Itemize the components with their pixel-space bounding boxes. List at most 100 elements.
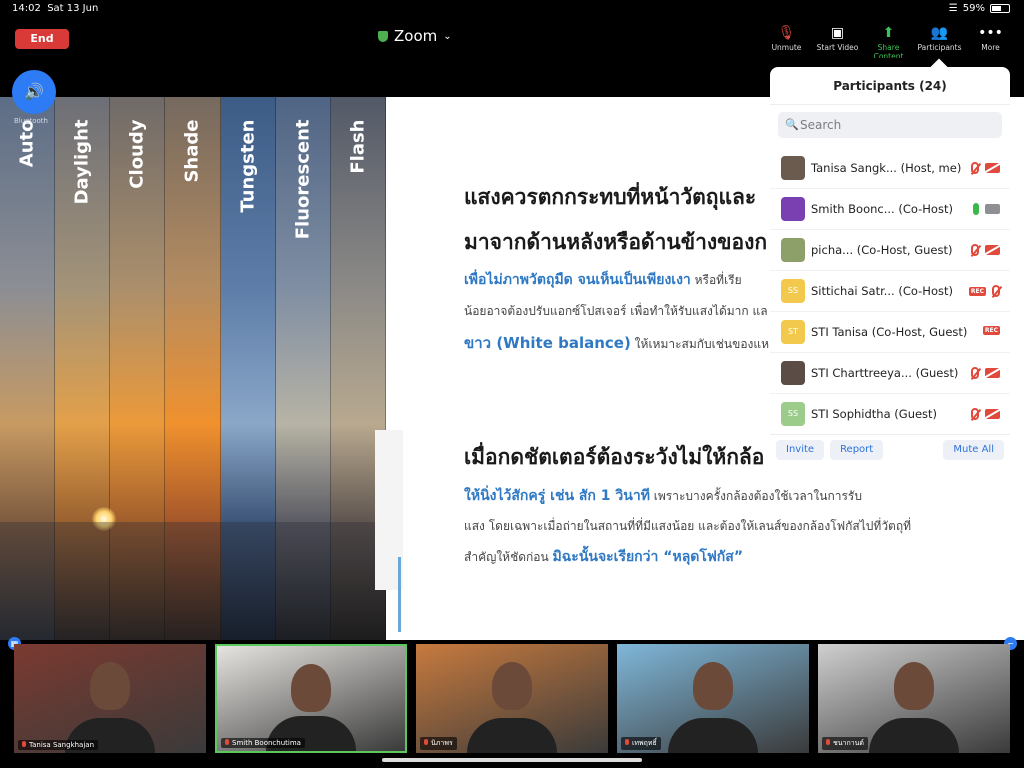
video-off-icon: ▣ <box>830 25 845 41</box>
participant-video-tile[interactable]: Tanisa Sangkhajan <box>14 644 206 753</box>
chevron-down-icon: ⌄ <box>443 30 452 42</box>
share-content-button[interactable]: ⬆ Share Content <box>863 23 914 61</box>
video-tile-name: ชนากานต์ <box>822 737 868 750</box>
more-button[interactable]: ••• More <box>965 23 1016 61</box>
participant-row[interactable]: Tanisa Sangk... (Host, me) <box>770 148 1010 189</box>
white-balance-image: Auto Daylight Cloudy Shade Tungsten Fluo… <box>0 97 386 642</box>
video-thumbnail-strip: ▦ − Tanisa Sangkhajan Smith Boonchutima … <box>0 637 1024 768</box>
avatar <box>781 197 805 221</box>
participants-button[interactable]: 👥 Participants <box>914 23 965 61</box>
unmute-label: Unmute <box>771 43 802 52</box>
wifi-icon: ☰ <box>948 3 958 14</box>
slide-para-2-line-3-text: สำคัญให้ชัดก่อน <box>464 550 549 564</box>
participant-face <box>291 664 331 712</box>
report-button[interactable]: Report <box>830 440 884 460</box>
participant-face <box>492 662 532 710</box>
mic-off-icon <box>971 162 979 174</box>
mic-on-icon <box>973 203 979 215</box>
start-video-button[interactable]: ▣ Start Video <box>812 23 863 61</box>
avatar: SS <box>781 279 805 303</box>
wb-label: Flash <box>347 119 369 174</box>
slide-para-1-line-3-rest: ให้เหมาะสมกับเช่นของแหล่ <box>634 337 777 351</box>
bluetooth-audio-button[interactable]: 🔊 <box>12 70 56 114</box>
wb-label: Shade <box>181 119 203 183</box>
mute-all-button[interactable]: Mute All <box>943 440 1004 460</box>
slide-para-1-line-1: เพื่อไม่ภาพวัตถุมืด จนเห็นเป็นเพียงเงา ห… <box>464 269 742 291</box>
participant-row[interactable]: Smith Boonc... (Co-Host) <box>770 189 1010 230</box>
participant-body <box>668 718 758 753</box>
participant-row[interactable]: SS Sittichai Satr... (Co-Host) REC <box>770 271 1010 312</box>
participant-name: STI Charttreeya... <box>811 366 912 380</box>
video-tile-name: นิภาพร <box>420 737 457 750</box>
avatar <box>781 238 805 262</box>
more-icon: ••• <box>978 25 1003 41</box>
participant-face <box>693 662 733 710</box>
video-tile-name: Tanisa Sangkhajan <box>18 740 99 750</box>
avatar <box>781 361 805 385</box>
avatar: ST <box>781 320 805 344</box>
slide-para-2-rest: เพราะบางครั้งกล้องต้องใช้เวลาในการรับ <box>653 489 862 503</box>
avatar <box>781 156 805 180</box>
status-bar: 14:02 Sat 13 Jun ☰ 59% <box>0 0 1024 18</box>
participant-role: (Co-Host, Guest) <box>871 325 968 339</box>
battery-icon <box>990 4 1010 13</box>
invite-button[interactable]: Invite <box>776 440 825 460</box>
participant-row[interactable]: STI Charttreeya... (Guest) <box>770 353 1010 394</box>
video-off-icon <box>985 163 1000 173</box>
slide-para-2-line-2: แสง โดยเฉพาะเมื่อถ่ายในสถานที่ที่มีแสงน้… <box>464 519 912 533</box>
video-tile-name: Smith Boonchutima <box>221 738 305 748</box>
video-on-icon <box>985 204 1000 214</box>
participants-title: Participants (24) <box>770 67 1010 105</box>
slide-white-balance: ขาว (White balance) <box>464 334 631 352</box>
participants-label: Participants <box>917 43 962 52</box>
wb-label: Tungsten <box>237 119 259 213</box>
unmute-button[interactable]: 🎙 Unmute <box>761 23 812 61</box>
participant-name: picha... <box>811 243 854 257</box>
slide-accent-bar <box>398 557 401 632</box>
participant-face <box>90 662 130 710</box>
slide-para-2-line-3: สำคัญให้ชัดก่อน มิฉะนั้นจะเรียกว่า “หลุด… <box>464 546 743 568</box>
battery-level <box>992 6 1002 11</box>
water-reflection <box>0 522 386 642</box>
participant-name: Sittichai Satr... <box>811 284 895 298</box>
participant-row[interactable]: SS STI Sophidtha (Guest) <box>770 394 1010 435</box>
participant-name: Smith Boonc... <box>811 202 895 216</box>
slide-para-1-line-3: ขาว (White balance) ให้เหมาะสมกับเช่นของ… <box>464 331 776 355</box>
participant-row[interactable]: ST STI Tanisa (Co-Host, Guest) REC <box>770 312 1010 353</box>
more-label: More <box>981 43 1000 52</box>
participant-video-tile[interactable]: Smith Boonchutima <box>215 644 407 753</box>
meeting-toolbar: End Zoom ⌄ 🎙 Unmute ▣ Start Video ⬆ Shar… <box>0 18 1024 61</box>
bluetooth-label: Bluetooth <box>14 117 48 125</box>
wb-label: Daylight <box>71 119 93 205</box>
meeting-title[interactable]: Zoom ⌄ <box>378 27 452 45</box>
slide-highlight-1: เพื่อไม่ภาพวัตถุมืด จนเห็นเป็นเพียงเงา <box>464 272 691 288</box>
participants-panel: Participants (24) 🔍 Search Tanisa Sangk.… <box>770 67 1010 464</box>
participants-footer: Invite Report Mute All <box>770 434 1010 464</box>
search-placeholder: Search <box>800 118 842 132</box>
slide-heading-1-line-1: แสงควรตกกระทบที่หน้าวัตถุและ <box>464 185 757 209</box>
participant-row[interactable]: picha... (Co-Host, Guest) <box>770 230 1010 271</box>
share-icon: ⬆ <box>882 25 895 41</box>
status-date: Sat 13 Jun <box>47 3 99 14</box>
end-meeting-button[interactable]: End <box>15 29 69 49</box>
recording-icon: REC <box>968 286 986 296</box>
speaker-icon: 🔊 <box>24 82 44 101</box>
slide-para-2-line-1: ให้นิ่งไว้สักครู่ เช่น สัก 1 วินาที เพรา… <box>464 485 862 507</box>
participant-body <box>467 718 557 753</box>
mic-off-icon <box>971 408 979 420</box>
participant-video-tile[interactable]: เทพฤทธิ์ <box>617 644 809 753</box>
participant-role: (Co-Host) <box>898 284 953 298</box>
video-off-icon <box>985 368 1000 378</box>
video-tile-name: เทพฤทธิ์ <box>621 737 661 750</box>
participant-name: STI Sophidtha <box>811 407 891 421</box>
participant-video-tile[interactable]: ชนากานต์ <box>818 644 1010 753</box>
start-video-label: Start Video <box>816 43 859 52</box>
search-icon: 🔍 <box>785 118 799 131</box>
slide-heading-1-line-2: มาจากด้านหลังหรือด้านข้างของก <box>464 230 768 254</box>
mic-off-icon <box>971 367 979 379</box>
video-off-icon <box>985 245 1000 255</box>
participant-video-tile[interactable]: นิภาพร <box>416 644 608 753</box>
encryption-shield-icon <box>378 30 388 42</box>
participants-search-input[interactable]: 🔍 Search <box>778 112 1002 138</box>
toolbar-buttons: 🎙 Unmute ▣ Start Video ⬆ Share Content 👥… <box>761 23 1016 61</box>
